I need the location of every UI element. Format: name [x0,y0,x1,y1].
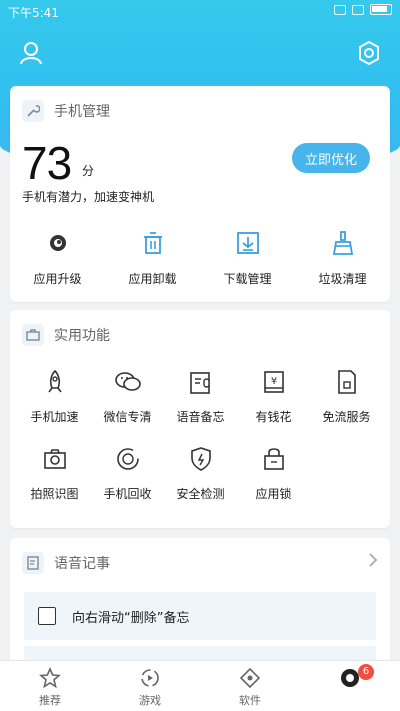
status-icons [334,4,392,15]
memo-checkbox[interactable] [38,607,56,625]
nav-software[interactable]: 软件 [200,661,300,711]
util-free-data[interactable]: 免流服务 [310,368,383,425]
util-photo-recognize[interactable]: 拍照识图 [18,445,91,502]
download-icon [233,228,263,258]
voice-notes-card: 语音记事 向右滑动“删除”备忘 [10,538,390,664]
util-security-check[interactable]: 安全检测 [164,445,237,502]
utilities-grid: 手机加速 微信专清 语音备忘 ¥ 有钱花 免流服务 拍照识图 手机回收 安全检测… [18,368,382,502]
tool-label: 下载管理 [223,272,272,286]
user-icon[interactable] [18,40,44,66]
tool-app-upgrade[interactable]: 应用升级 [10,228,105,287]
recycle-icon [114,445,142,473]
bottom-navigation: 推荐 游戏 软件 6 [0,660,400,711]
sim-icon [333,368,361,396]
lock-icon [260,445,288,473]
eye-icon [43,228,73,258]
score-description: 手机有潜力，加速变神机 [22,190,155,204]
nav-recommend[interactable]: 推荐 [0,661,100,711]
voice-notes-header[interactable]: 语音记事 [22,552,110,574]
util-wechat-clean[interactable]: 微信专清 [91,368,164,425]
settings-icon[interactable] [356,40,382,66]
manager-tools: 应用升级 应用卸载 下载管理 垃圾清理 [10,228,390,287]
svg-text:¥: ¥ [270,376,276,387]
chevron-right-icon[interactable] [368,552,378,568]
util-voice-memo[interactable]: 语音备忘 [164,368,237,425]
score-unit: 分 [82,164,95,178]
tool-label: 应用升级 [33,272,82,286]
nav-label: 游戏 [139,694,161,707]
rocket-icon [41,368,69,396]
phone-manager-card: 手机管理 73 分 手机有潜力，加速变神机 立即优化 应用升级 应用卸载 下载管… [10,86,390,302]
util-label: 免流服务 [322,410,371,424]
util-label: 手机回收 [103,487,152,501]
tool-download-manager[interactable]: 下载管理 [200,228,295,287]
nav-manage[interactable]: 6 [300,661,400,711]
util-phone-recycle[interactable]: 手机回收 [91,445,164,502]
util-label: 拍照识图 [30,487,79,501]
util-label: 有钱花 [255,410,292,424]
utilities-card: 实用功能 手机加速 微信专清 语音备忘 ¥ 有钱花 免流服务 拍照识图 手机回收… [10,310,390,528]
nav-label: 推荐 [39,694,61,707]
note-icon [22,552,44,574]
shield-icon [187,445,215,473]
wrench-icon [22,100,44,122]
memo-text: 向右滑动“删除”备忘 [72,610,190,626]
util-label: 应用锁 [255,487,292,501]
nav-games[interactable]: 游戏 [100,661,200,711]
status-bar: 下午5:41 [0,0,400,22]
tool-app-uninstall[interactable]: 应用卸载 [105,228,200,287]
broom-icon [328,228,358,258]
voice-memo-icon [187,368,215,396]
notification-badge: 6 [358,664,374,680]
toolbox-icon [22,324,44,346]
util-money[interactable]: ¥ 有钱花 [237,368,310,425]
util-label: 手机加速 [30,410,79,424]
utilities-header: 实用功能 [22,324,110,346]
memo-item[interactable]: 向右滑动“删除”备忘 [24,592,376,640]
tool-label: 应用卸载 [128,272,177,286]
voice-notes-title: 语音记事 [54,556,110,572]
software-icon [239,667,261,689]
trash-icon [138,228,168,258]
status-time: 下午5:41 [8,6,59,20]
phone-manager-header: 手机管理 [22,100,110,122]
util-label: 语音备忘 [176,410,225,424]
utilities-title: 实用功能 [54,328,110,344]
money-icon: ¥ [260,368,288,396]
camera-icon [41,445,69,473]
wifi-icon [352,4,364,15]
util-label: 微信专清 [103,410,152,424]
tool-junk-clean[interactable]: 垃圾清理 [295,228,390,287]
util-app-lock[interactable]: 应用锁 [237,445,310,502]
util-phone-speedup[interactable]: 手机加速 [18,368,91,425]
alarm-icon [334,4,346,15]
battery-icon [370,4,392,15]
game-icon [141,669,159,687]
optimize-button[interactable]: 立即优化 [292,143,370,173]
star-icon [39,667,61,689]
score-value: 73 [22,137,72,189]
tool-label: 垃圾清理 [318,272,367,286]
nav-label: 软件 [239,694,261,707]
wechat-icon [114,368,142,396]
util-label: 安全检测 [176,487,225,501]
phone-manager-title: 手机管理 [54,104,110,120]
